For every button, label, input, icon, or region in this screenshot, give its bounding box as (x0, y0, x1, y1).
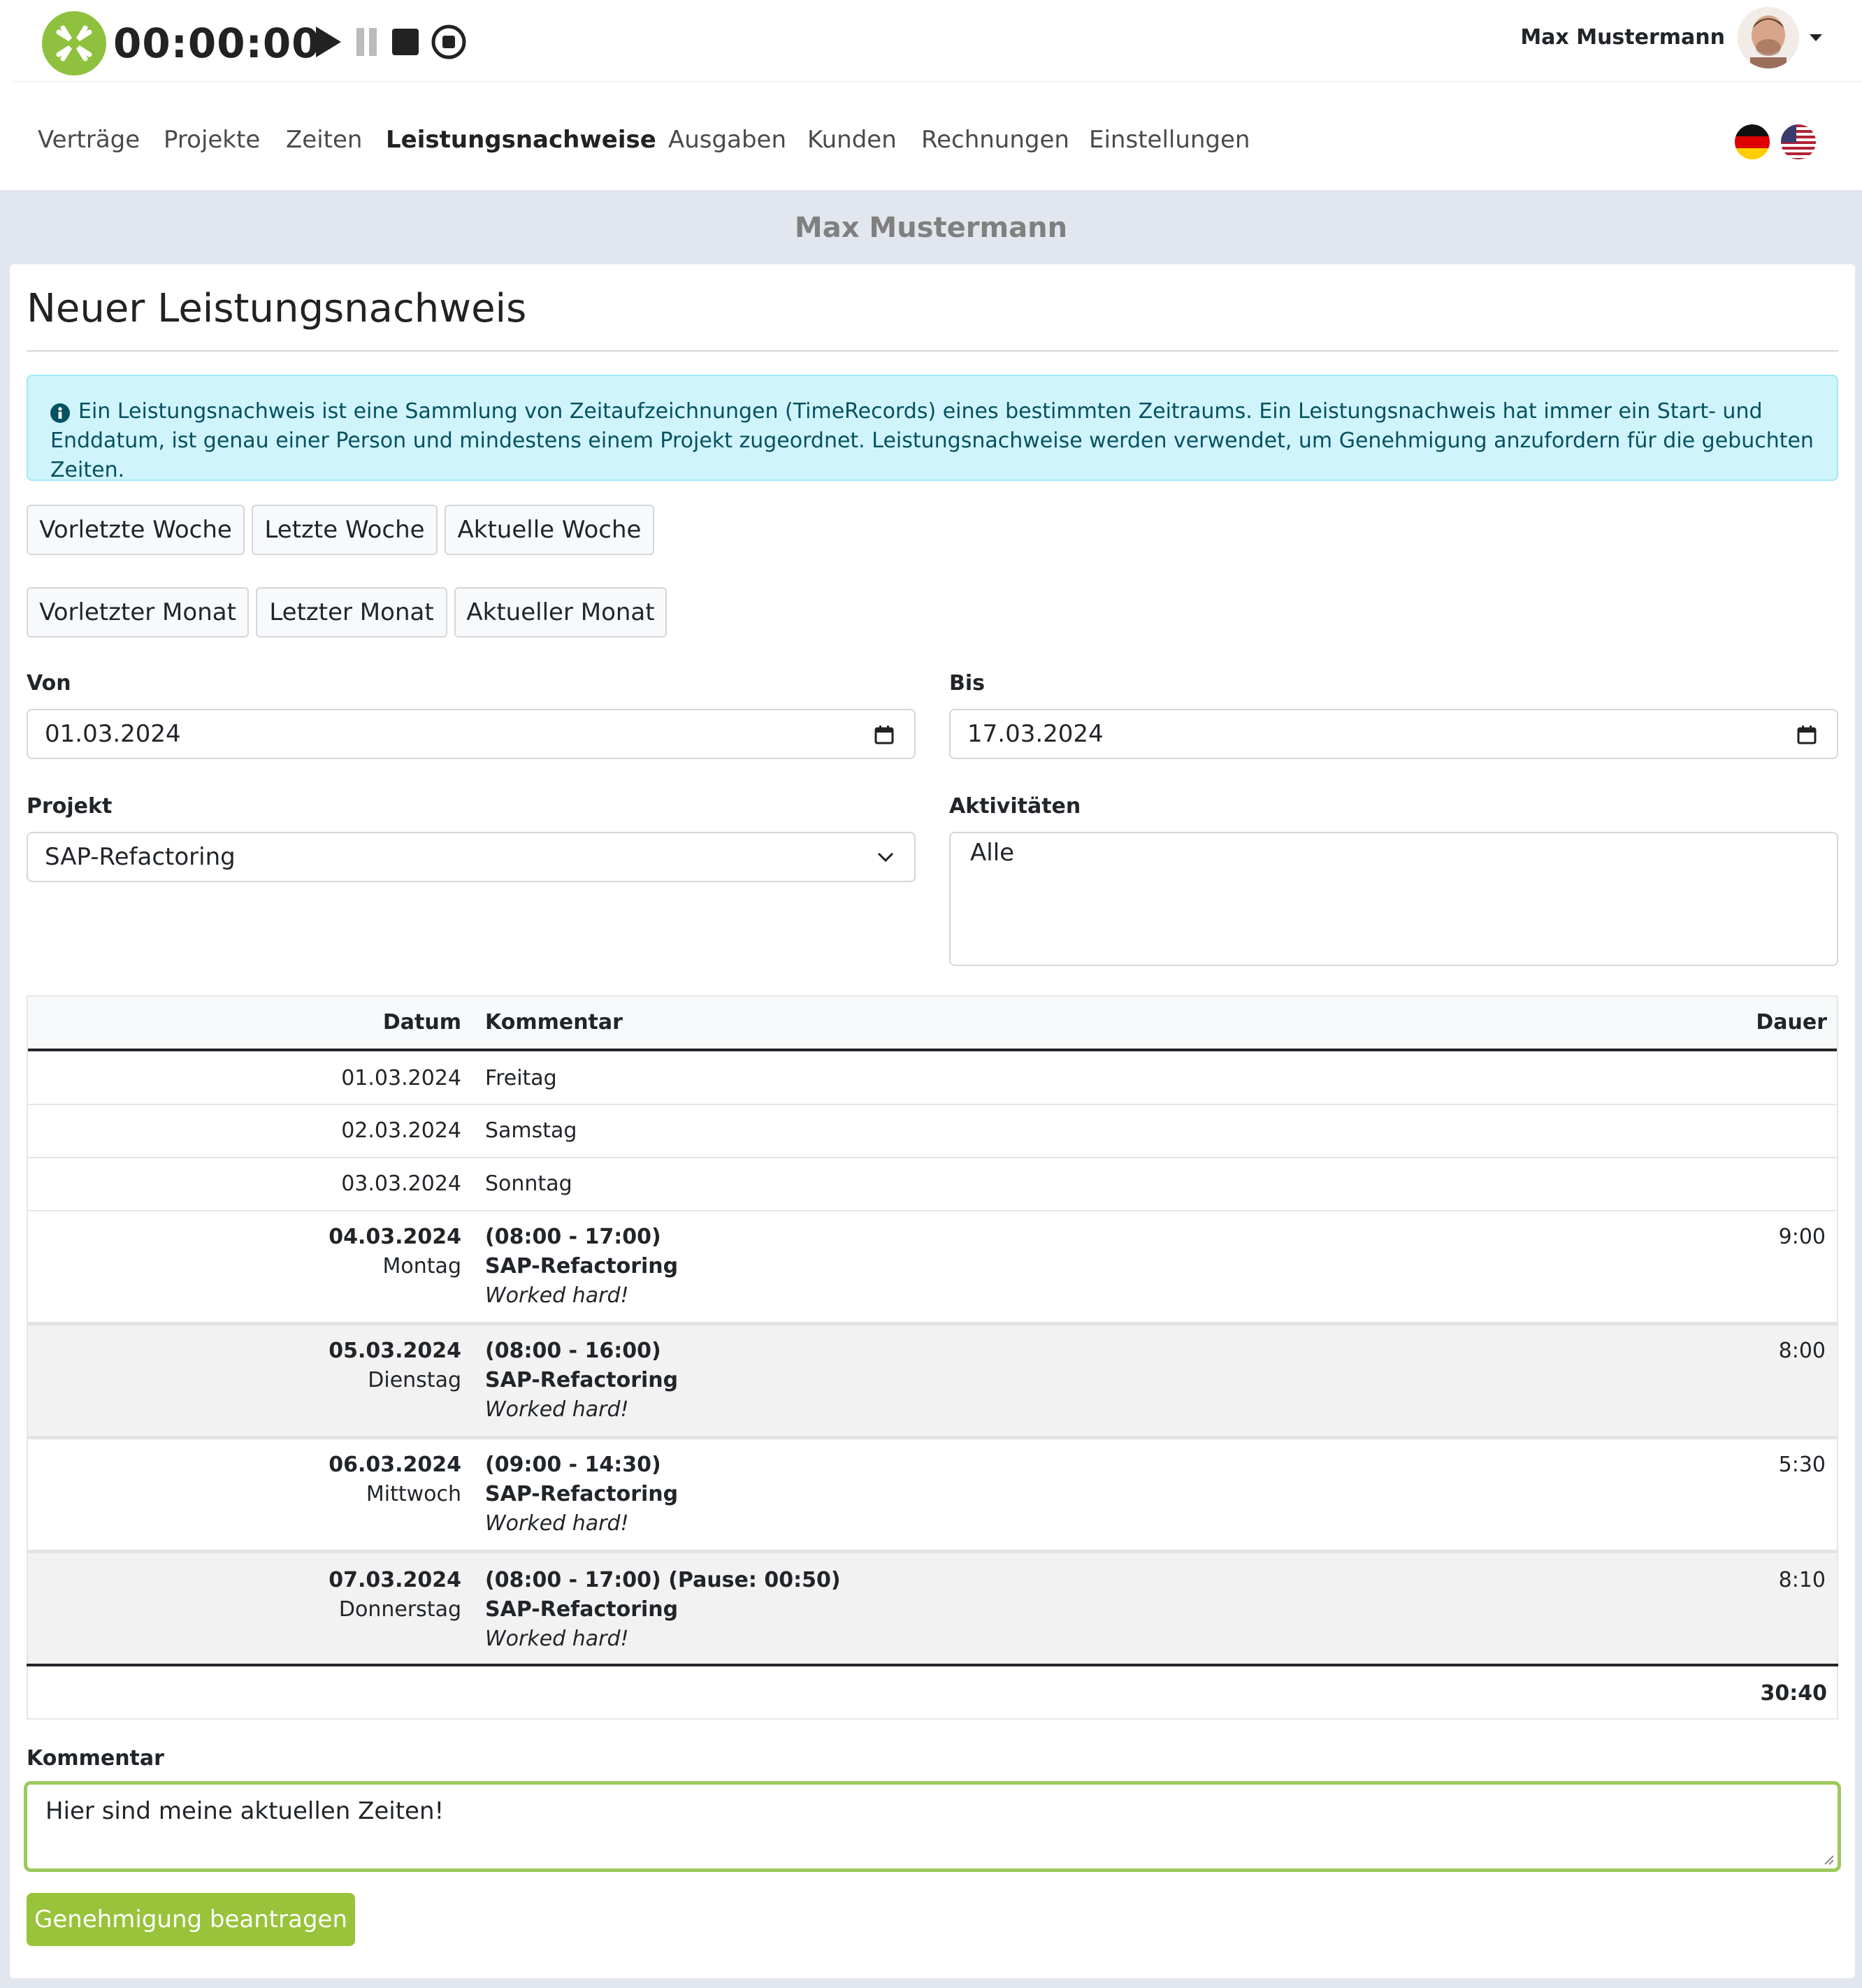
row-date: 06.03.2024 (329, 1453, 461, 1477)
play-button[interactable] (308, 21, 349, 63)
from-label: Von (27, 671, 71, 696)
nav-item-rechnungen[interactable]: Rechnungen (921, 123, 1069, 157)
row-project: SAP-Refactoring (485, 1368, 679, 1392)
table-border-bottom (27, 1718, 1838, 1720)
row-project: SAP-Refactoring (485, 1482, 679, 1506)
row-comment: Sonntag (485, 1172, 572, 1196)
row-date: 05.03.2024 (329, 1339, 461, 1363)
nav-item-einstellungen[interactable]: Einstellungen (1089, 123, 1250, 157)
btn-aktueller-monat[interactable]: Aktueller Monat (454, 587, 667, 638)
footer-rule (27, 1664, 1838, 1666)
nav-item-kunden[interactable]: Kunden (807, 123, 897, 157)
nav-item-leistungsnachweise[interactable]: Leistungsnachweise (386, 123, 656, 157)
info-text: Ein Leistungsnachweis ist eine Sammlung … (50, 399, 1814, 482)
resize-handle-icon[interactable] (1822, 1853, 1835, 1866)
nav-item-ausgaben[interactable]: Ausgaben (668, 123, 786, 157)
comment-text: Hier sind meine aktuellen Zeiten! (45, 1797, 445, 1825)
total-duration: 30:40 (1760, 1681, 1828, 1706)
table-row: 07.03.2024 Donnerstag (08:00 - 17:00) (P… (28, 1553, 1837, 1664)
project-label: Projekt (27, 794, 113, 819)
stop-icon (392, 29, 419, 55)
timer-display: 00:00:00 (113, 20, 321, 67)
row-note: Worked hard! (485, 1627, 629, 1651)
stop-button[interactable] (384, 21, 426, 63)
de-flag-icon[interactable] (1735, 124, 1770, 159)
table-row: 03.03.2024 Sonntag (28, 1158, 1837, 1211)
row-weekday: Dienstag (368, 1368, 461, 1392)
table-border-top (27, 995, 1838, 997)
comment-textarea[interactable]: Hier sind meine aktuellen Zeiten! (24, 1781, 1841, 1872)
user-name[interactable]: Max Mustermann (1520, 21, 1725, 55)
info-icon (50, 403, 70, 423)
nav-item-zeiten[interactable]: Zeiten (286, 123, 362, 157)
page-title: Neuer Leistungsnachweis (27, 286, 527, 331)
btn-vorletzte-woche[interactable]: Vorletzte Woche (27, 505, 245, 555)
row-weekday: Mittwoch (366, 1482, 461, 1506)
btn-vorletzter-monat[interactable]: Vorletzter Monat (27, 587, 249, 638)
activities-label: Aktivitäten (949, 794, 1081, 819)
table-row: 05.03.2024 Dienstag (08:00 - 16:00) SAP-… (28, 1325, 1837, 1436)
row-weekday: Montag (382, 1254, 461, 1278)
row-comment: Freitag (485, 1066, 557, 1090)
btn-aktuelle-woche[interactable]: Aktuelle Woche (445, 505, 654, 555)
row-note: Worked hard! (485, 1511, 629, 1536)
row-date: 02.03.2024 (341, 1118, 461, 1143)
record-icon (431, 24, 466, 59)
header-divider (11, 81, 1862, 82)
play-icon (316, 27, 341, 57)
row-project: SAP-Refactoring (485, 1254, 679, 1278)
row-time: (08:00 - 16:00) (485, 1339, 661, 1363)
row-duration: 8:00 (1778, 1339, 1826, 1363)
table-right-border (1837, 995, 1838, 1720)
title-divider (27, 350, 1838, 352)
row-note: Worked hard! (485, 1283, 629, 1308)
to-date-input[interactable]: 17.03.2024 (949, 709, 1838, 759)
row-date: 07.03.2024 (329, 1568, 461, 1592)
calendar-icon[interactable] (1796, 724, 1817, 745)
row-project: SAP-Refactoring (485, 1597, 679, 1622)
row-duration: 8:10 (1778, 1568, 1826, 1592)
table-row: 01.03.2024 Freitag (28, 1051, 1837, 1104)
app-logo[interactable] (42, 11, 106, 75)
row-duration: 9:00 (1778, 1225, 1826, 1249)
row-time: (08:00 - 17:00) (485, 1225, 661, 1249)
from-date-input[interactable]: 01.03.2024 (27, 709, 916, 759)
user-avatar-icon (1738, 7, 1799, 69)
nav-item-vertraege[interactable]: Verträge (38, 123, 140, 157)
header-dauer: Dauer (1756, 1010, 1827, 1035)
calendar-icon[interactable] (874, 724, 895, 745)
record-button[interactable] (428, 21, 470, 63)
row-date: 01.03.2024 (341, 1066, 461, 1090)
row-time: (09:00 - 14:30) (485, 1453, 661, 1477)
nav-item-projekte[interactable]: Projekte (164, 123, 260, 157)
header-datum: Datum (382, 1010, 461, 1035)
row-date: 03.03.2024 (341, 1172, 461, 1196)
table-row: 02.03.2024 Samstag (28, 1105, 1837, 1158)
table-row: 04.03.2024 Montag (08:00 - 17:00) SAP-Re… (28, 1211, 1837, 1322)
pause-icon (356, 28, 377, 56)
activities-multiselect[interactable]: Alle (949, 832, 1838, 966)
pause-button[interactable] (347, 21, 389, 63)
btn-letzte-woche[interactable]: Letzte Woche (252, 505, 438, 555)
chevron-down-icon (876, 850, 895, 864)
row-duration: 5:30 (1778, 1453, 1826, 1477)
row-comment: Samstag (485, 1118, 577, 1143)
table-row: 06.03.2024 Mittwoch (09:00 - 14:30) SAP-… (28, 1439, 1837, 1550)
project-select[interactable]: SAP-Refactoring (27, 832, 916, 882)
row-note: Worked hard! (485, 1397, 629, 1422)
btn-letzter-monat[interactable]: Letzter Monat (256, 587, 447, 638)
row-weekday: Donnerstag (338, 1597, 461, 1622)
row-time: (08:00 - 17:00) (Pause: 00:50) (485, 1568, 841, 1592)
user-menu-caret-icon[interactable] (1807, 29, 1824, 46)
row-date: 04.03.2024 (329, 1225, 461, 1249)
activity-option-alle[interactable]: Alle (970, 839, 1014, 867)
to-label: Bis (949, 671, 986, 696)
header-kommentar: Kommentar (485, 1010, 623, 1035)
us-flag-icon[interactable] (1781, 124, 1816, 159)
avatar[interactable] (1738, 7, 1799, 69)
band-title: Max Mustermann (794, 212, 1068, 244)
logo-icon (56, 25, 92, 62)
comment-label: Kommentar (27, 1746, 164, 1771)
submit-approval-button[interactable]: Genehmigung beantragen (27, 1893, 355, 1946)
